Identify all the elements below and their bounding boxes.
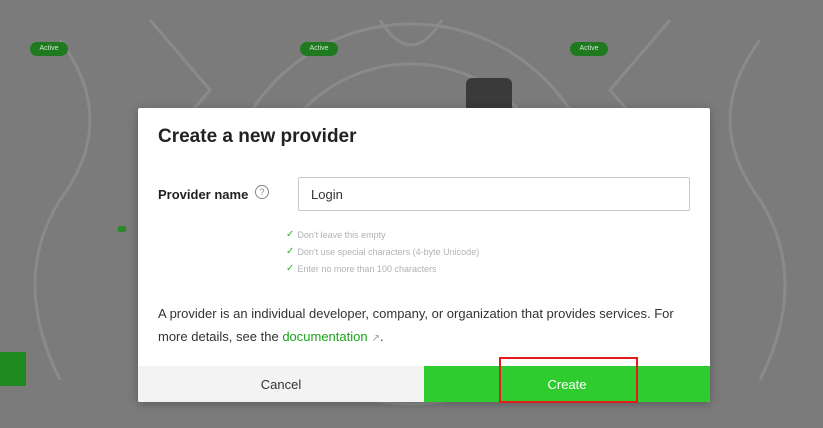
description-text: A provider is an individual developer, c… <box>158 306 674 344</box>
external-link-icon: ↗ <box>371 333 380 344</box>
provider-description: A provider is an individual developer, c… <box>158 302 698 350</box>
background-indicator <box>118 226 126 232</box>
check-icon: ✓ <box>286 228 295 240</box>
validation-rule: ✓ Don't leave this empty <box>286 226 479 243</box>
documentation-link[interactable]: documentation <box>282 329 367 344</box>
rule-text: Don't use special characters (4-byte Uni… <box>297 246 480 257</box>
check-icon: ✓ <box>286 262 295 274</box>
rule-text: Don't leave this empty <box>297 229 386 240</box>
status-badge: Active <box>300 42 338 56</box>
status-badge: Active <box>30 42 68 56</box>
provider-name-input[interactable] <box>298 177 690 211</box>
rule-text: Enter no more than 100 characters <box>297 263 437 274</box>
cancel-button[interactable]: Cancel <box>138 366 424 402</box>
status-badge: Active <box>570 42 608 56</box>
dialog-title: Create a new provider <box>158 126 357 147</box>
validation-rule: ✓ Enter no more than 100 characters <box>286 260 479 277</box>
description-end: . <box>379 329 384 344</box>
provider-name-label: Provider name <box>158 187 249 202</box>
validation-rules: ✓ Don't leave this empty ✓ Don't use spe… <box>286 226 479 277</box>
annotation-highlight-box <box>499 357 638 403</box>
help-circle-icon[interactable]: ? <box>255 185 269 199</box>
validation-rule: ✓ Don't use special characters (4-byte U… <box>286 243 479 260</box>
background-side-button <box>0 352 26 386</box>
check-icon: ✓ <box>286 245 295 257</box>
